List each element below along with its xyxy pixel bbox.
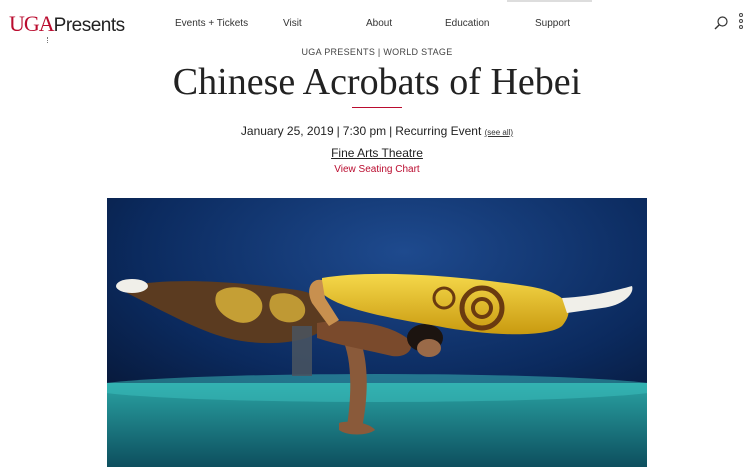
nav-about[interactable]: About [366,18,392,29]
logo-divider [47,37,50,43]
more-menu-icon[interactable] [739,13,745,33]
event-meta: January 25, 2019 | 7:30 pm | Recurring Event… [240,124,514,138]
event-date: January 25, 2019 [240,124,334,138]
page-title: Chinese Acrobats of Hebei [172,61,582,103]
hero-image [107,198,647,467]
nav-support[interactable]: Support [535,18,570,29]
nav-visit[interactable]: Visit [283,18,302,29]
see-all-link[interactable]: (see all) [485,128,513,137]
seating-chart-link[interactable]: View Seating Chart [334,164,419,175]
title-divider [352,107,402,108]
site-logo[interactable]: UGAPresents [9,13,125,37]
event-category: UGA PRESENTS | WORLD STAGE [301,47,453,57]
nav-events-tickets[interactable]: Events + Tickets [175,18,248,29]
venue-row: Fine Arts Theatre [0,146,754,160]
recurring-event-label: Recurring Event [395,124,482,138]
logo-presents: Presents [53,15,125,36]
site-header: UGAPresents Events + Tickets Visit About… [0,0,754,48]
event-time: 7:30 pm [342,124,387,138]
nav-active-indicator [507,0,592,2]
logo-uga: UGA [9,11,55,36]
nav-education[interactable]: Education [445,18,489,29]
seating-row: View Seating Chart [0,164,754,175]
search-icon[interactable] [713,15,729,31]
venue-link[interactable]: Fine Arts Theatre [331,146,423,160]
